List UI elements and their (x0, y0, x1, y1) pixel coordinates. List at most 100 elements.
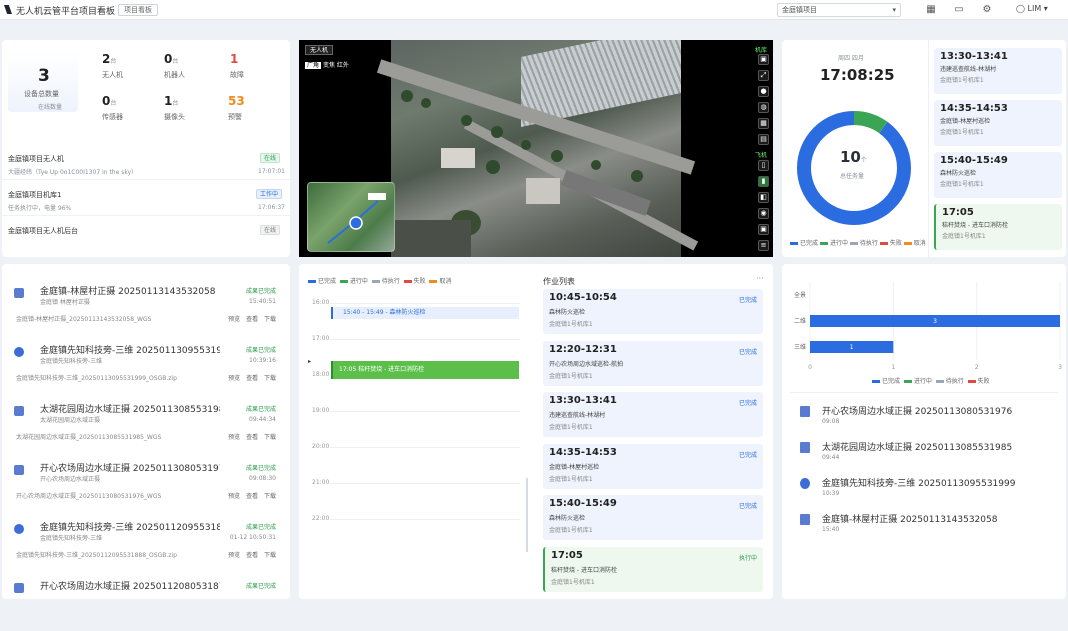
file-item[interactable]: 金庭镇-林屋村正摄 20250113143532058 金庭镇 林屋村正摄 成果已完… (10, 284, 284, 336)
x-tick-label: 0 (808, 364, 812, 371)
device-row[interactable]: 金庭镇项目无人机 大疆经纬（Tye Up 0o1C00I1307 in the … (2, 148, 290, 180)
stat-drone[interactable]: 2台 无人机 (102, 52, 123, 80)
recent-file-item[interactable]: 太湖花园周边水域正摄 20250113085531985 09:44 (796, 440, 1056, 470)
legend-cancel: 取消 (903, 240, 926, 247)
timeline-hour-label: 18:00 (312, 371, 330, 378)
file-path: 金庭镇先知科技旁-三维_20250112095531888_OSGB.zip (16, 552, 177, 559)
schedule-time: 13:30-13:41 (940, 51, 1008, 62)
stat-robot[interactable]: 0台 机器人 (164, 52, 185, 80)
current-time-marker: ▸ (308, 358, 312, 365)
mode-wide[interactable]: 广角 (305, 62, 322, 69)
task-title: 违建巡查航线-林湖村 (549, 412, 606, 419)
task-card[interactable]: 15:40-15:49 森林防火巡检 金庭镇1号机库1 已完成 (543, 495, 763, 540)
file-title[interactable]: 金庭镇先知科技旁-三维 20250113095531999 (40, 343, 220, 356)
photo-icon[interactable]: ◧ (758, 192, 769, 203)
layers-icon[interactable]: ≡ (758, 240, 769, 251)
top-bar: 无人机云管平台项目看板 项目看板 金庭镇项目 ▾ ▦ ▭ ⚙ ◯ LIM ▾ (0, 0, 1068, 20)
task-unit: 金庭镇1号机库1 (549, 424, 593, 431)
task-card[interactable]: 14:35-14:53 金庭镇-林屋村巡检 金庭镇1号机库1 已完成 (543, 443, 763, 489)
mode-ir[interactable]: 红外 (337, 62, 349, 69)
file-actions[interactable]: 预览 查看 下载 (228, 314, 276, 323)
screenshot-icon[interactable]: ▤ (758, 134, 769, 145)
task-card[interactable]: 13:30-13:41 违建巡查航线-林湖村 金庭镇1号机库1 已完成 (543, 392, 763, 437)
category-bar-chart: 0 1 2 3 全景二维 3 三维 1 (794, 282, 1062, 371)
dashboard-badge[interactable]: 项目看板 (118, 4, 158, 16)
file-title[interactable]: 金庭镇-林屋村正摄 20250113143532058 (40, 284, 220, 297)
schedule-unit: 金庭镇1号机库1 (940, 129, 984, 136)
recent-file-item[interactable]: 金庭镇-林屋村正摄 20250113143532058 15:40 (796, 512, 1056, 542)
user-menu[interactable]: ◯ LIM ▾ (1016, 4, 1048, 13)
task-card[interactable]: 17:05 秸秆焚烧 - 进车口消防栓 金庭镇1号机库1 执行中 (543, 546, 763, 592)
file-item[interactable]: 开心农场周边水域正摄 20250112080531872 成果已完成 (10, 579, 284, 631)
signal-icon[interactable]: ▮ (758, 176, 769, 187)
globe-icon[interactable]: ◍ (758, 102, 769, 113)
schedule-card[interactable]: 15:40-15:49 森林防火巡检 金庭镇1号机库1 (934, 152, 1062, 198)
grid-view-icon[interactable]: ▦ (758, 118, 769, 129)
lock-icon[interactable]: ▣ (758, 224, 769, 235)
file-actions[interactable]: 预览 查看 下载 (228, 373, 276, 382)
compass-icon[interactable]: ● (758, 86, 769, 97)
legend-cancel: 取消 (429, 278, 451, 285)
timeline-event-active[interactable]: 17:05 秸秆焚烧 - 进车口消防栓 (331, 361, 519, 379)
video-mode-switch[interactable]: 广角 变焦 红外 (305, 60, 349, 69)
task-time: 10:45-10:54 (549, 292, 617, 303)
device-status-badge: 工作中 (256, 189, 283, 199)
legend-failed: 失败 (403, 278, 426, 285)
file-item[interactable]: 金庭镇先知科技旁-三维 20250113095531999 金庭镇先知科技旁-三维… (10, 343, 284, 395)
file-item[interactable]: 开心农场周边水域正摄 20250113080531976 开心农场周边水域正摄 成果… (10, 461, 284, 513)
file-actions[interactable]: 预览 查看 下载 (228, 550, 276, 559)
recent-file-item[interactable]: 开心农场周边水域正摄 20250113080531976 09:08 (796, 404, 1056, 434)
device-row[interactable]: 金庭镇项目无人机后台 在线 (2, 220, 290, 244)
file-item[interactable]: 金庭镇先知科技旁-三维 20250112095531888 金庭镇先知科技旁-三维… (10, 520, 284, 572)
settings-icon[interactable]: ⚙ (980, 3, 994, 17)
video-tab[interactable]: 无人机 (305, 45, 334, 55)
file-title[interactable]: 开心农场周边水域正摄 20250112080531872 (40, 579, 220, 592)
camera-icon[interactable]: ▣ (758, 54, 769, 65)
task-unit: 金庭镇1号机库1 (549, 321, 593, 328)
stat-warning[interactable]: 53 预警 (228, 94, 245, 122)
file-title[interactable]: 太湖花园周边水域正摄 20250113085531985 (40, 402, 220, 415)
device-row[interactable]: 金庭镇项目机库1 任务执行中，电量 96% 工作中 17:06:37 (2, 184, 290, 216)
file-time: 09:44:34 (249, 416, 276, 423)
recent-file-name: 金庭镇-林屋村正摄 20250113143532058 (822, 515, 998, 525)
timeline-scrollbar[interactable] (526, 478, 528, 552)
y-category-label: 全景 (794, 291, 806, 299)
timeline-hour-label: 19:00 (312, 407, 330, 414)
task-card[interactable]: 10:45-10:54 森林防火巡检 金庭镇1号机库1 已完成 (543, 289, 763, 334)
more-icon[interactable]: ··· (756, 274, 764, 283)
expand-icon[interactable]: ⤢ (758, 70, 769, 81)
project-select-value: 金庭镇项目 (782, 6, 817, 14)
minimap[interactable] (307, 182, 395, 252)
stat-fault[interactable]: 1 故障 (230, 52, 244, 80)
record-icon[interactable]: ◉ (758, 208, 769, 219)
timeline-event-done[interactable]: 15:40 - 15:49 - 森林防火巡检 (331, 307, 519, 319)
battery-icon[interactable]: ▯ (758, 160, 769, 171)
ortho-map-icon (14, 465, 24, 475)
file-title[interactable]: 开心农场周边水域正摄 20250113080531976 (40, 461, 220, 474)
schedule-card[interactable]: 14:35-14:53 金庭镇-林屋村巡检 金庭镇1号机库1 (934, 100, 1062, 146)
recent-file-item[interactable]: 金庭镇先知科技旁-三维 20250113095531999 10:39 (796, 476, 1056, 506)
bar-value-label: 1 (850, 344, 854, 351)
task-card[interactable]: 12:20-12:31 开心农场周边水域巡检-航拍 金庭镇1号机库1 已完成 (543, 340, 763, 386)
drone-video-feed[interactable]: 无人机 广角 变焦 红外 机库 ▣ ⤢ ● ◍ ▦ ▤ 飞机 ▯ ▮ ◧ ◉ ▣… (299, 40, 773, 257)
ortho-map-icon (14, 583, 24, 593)
y-category-label: 三维 (794, 343, 806, 351)
schedule-card-active[interactable]: 17:05 秸秆焚烧 - 进车口消防栓 金庭镇1号机库1 (934, 204, 1062, 250)
stat-camera[interactable]: 1台 摄像头 (164, 94, 185, 122)
task-time: 15:40-15:49 (549, 498, 617, 509)
schedule-unit: 金庭镇1号机库1 (940, 77, 984, 84)
stat-sensor[interactable]: 0台 传感器 (102, 94, 123, 122)
schedule-card[interactable]: 13:30-13:41 违建巡查航线-林湖村 金庭镇1号机库1 (934, 48, 1062, 94)
file-actions[interactable]: 预览 查看 下载 (228, 432, 276, 441)
file-actions[interactable]: 预览 查看 下载 (228, 491, 276, 500)
device-online-label: 在线数量 (38, 104, 63, 111)
recent-file-name: 开心农场周边水域正摄 20250113080531976 (822, 407, 1013, 417)
file-item[interactable]: 太湖花园周边水域正摄 20250113085531985 太湖花园周边水域正摄 成果… (10, 402, 284, 454)
file-subtitle: 太湖花园周边水域正摄 (40, 417, 101, 424)
grid-icon[interactable]: ▦ (924, 3, 938, 17)
message-icon[interactable]: ▭ (952, 3, 966, 17)
file-title[interactable]: 金庭镇先知科技旁-三维 20250112095531888 (40, 520, 220, 533)
mode-zoom[interactable]: 变焦 (323, 62, 335, 69)
project-select[interactable]: 金庭镇项目 ▾ (777, 3, 901, 17)
device-name: 金庭镇项目无人机后台 (8, 227, 78, 235)
